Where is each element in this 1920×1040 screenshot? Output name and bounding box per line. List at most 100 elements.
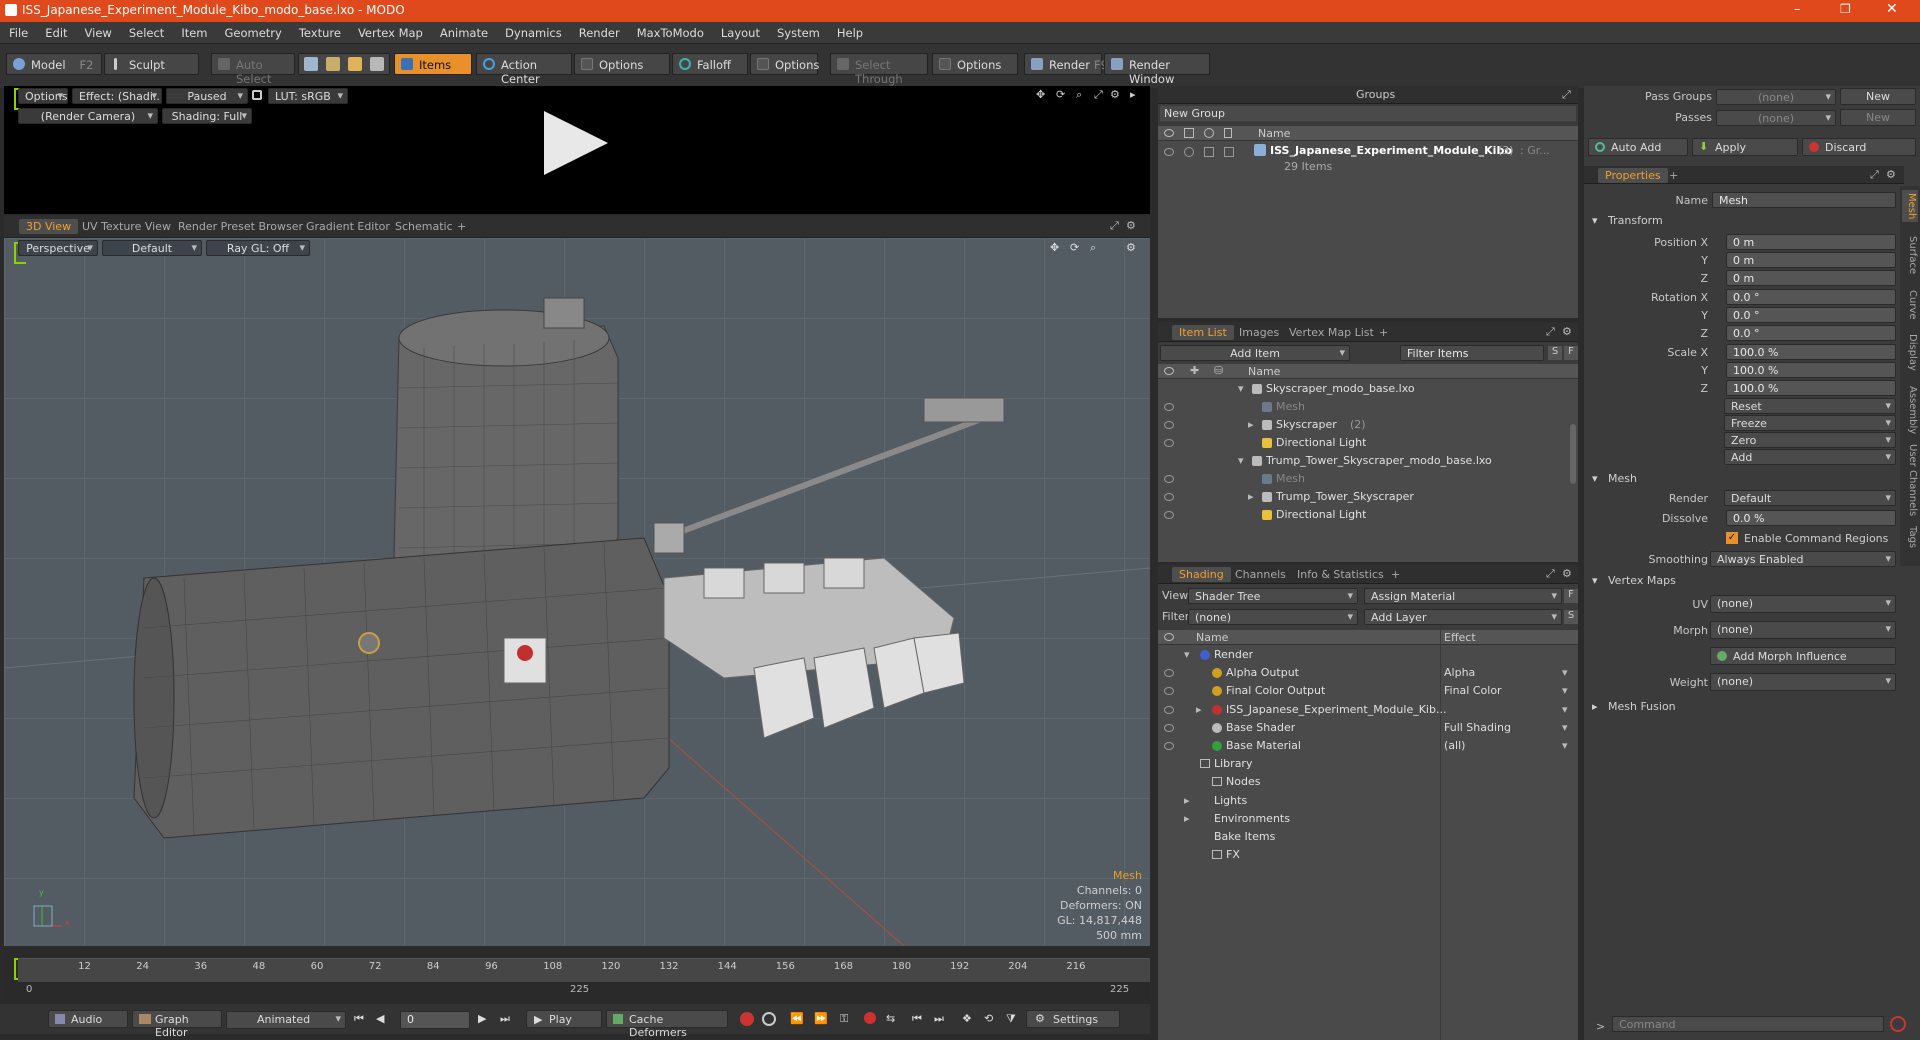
eye-icon[interactable] [1164, 723, 1174, 732]
settings-button[interactable]: ⚙ Settings [1026, 1010, 1120, 1028]
add-tab-icon[interactable]: + [450, 219, 473, 234]
first-frame-icon[interactable]: ⏮ [354, 1012, 364, 1026]
model-mode-button[interactable]: Model F2 [6, 53, 102, 75]
group-row[interactable]: ISS_Japanese_Experiment_Module_Kibo (3) … [1158, 142, 1578, 178]
lut-dropdown[interactable]: LUT: sRGB [268, 88, 348, 104]
add-layer-dropdown[interactable]: Add Layer [1364, 609, 1562, 625]
shader-tree-row[interactable]: Final Color Output Final Color ▾ [1158, 682, 1578, 700]
shader-effect-value[interactable]: Alpha [1444, 666, 1475, 679]
eye-icon[interactable] [1164, 148, 1174, 156]
filter-toggle-icon[interactable]: F [1564, 589, 1578, 603]
maximize-icon[interactable]: ⤢ [1110, 219, 1119, 233]
gear-icon[interactable]: ⚙ [1110, 88, 1120, 101]
cache-deformers-button[interactable]: Cache Deformers [606, 1010, 728, 1039]
item-list-row[interactable]: Mesh [1158, 398, 1568, 416]
lock-icon[interactable] [252, 90, 262, 100]
rotation-x-input[interactable]: 0.0 ° [1726, 289, 1896, 305]
scale-y-input[interactable]: 100.0 % [1726, 362, 1896, 378]
next-frame-icon[interactable]: ▶ [478, 1012, 486, 1025]
close-icon[interactable]: ✕ [1886, 1, 1898, 17]
tab-schematic[interactable]: Schematic [388, 219, 460, 234]
tab-item-list[interactable]: Item List [1172, 325, 1234, 340]
transform-section-arrow[interactable]: ▾ [1592, 214, 1598, 227]
shader-effect-value[interactable]: Full Shading [1444, 721, 1511, 734]
item-list-row[interactable]: ▾ Trump_Tower_Skyscraper_modo_base.lxo [1158, 452, 1568, 470]
assign-material-dropdown[interactable]: Assign Material [1364, 588, 1562, 604]
reset-dropdown[interactable]: Reset [1724, 398, 1896, 414]
timeline[interactable]: 0 12 24 36 48 60 72 84 96 108 120 132 144 156 168 180 19… [4, 948, 1150, 1000]
shading-dropdown[interactable]: Shading: Full [162, 108, 252, 124]
gear-icon[interactable]: ⚙ [1126, 219, 1136, 232]
chevron-down-icon[interactable]: ▾ [1562, 739, 1568, 752]
position-z-input[interactable]: 0 m [1726, 270, 1896, 286]
preview-paused-button[interactable]: Paused [166, 88, 248, 104]
animated-dropdown[interactable]: Animated [226, 1011, 346, 1029]
tab-uv-texture-view[interactable]: UV Texture View [75, 219, 178, 234]
side-tab-assembly[interactable]: Assembly [1902, 386, 1918, 434]
uv-dropdown[interactable]: (none) [1710, 595, 1896, 613]
zero-dropdown[interactable]: Zero [1724, 432, 1896, 448]
maximize-icon[interactable]: ⤢ [1546, 567, 1555, 581]
select-through-options-button[interactable]: Options [932, 53, 1018, 75]
view-dropdown[interactable]: Shader Tree [1188, 588, 1358, 604]
prev-frame-icon[interactable]: ◀ [376, 1012, 384, 1025]
preview-options-dropdown[interactable]: Options [18, 88, 68, 104]
eye-icon[interactable] [1164, 687, 1174, 696]
command-regions-checkbox[interactable]: ✓ [1726, 532, 1738, 544]
item-list-scrollbar[interactable] [1570, 424, 1576, 484]
add-item-dropdown[interactable]: Add Item [1160, 345, 1350, 361]
menu-vertex-map[interactable]: Vertex Map [349, 22, 431, 40]
menu-item[interactable]: Item [172, 22, 215, 40]
eye-icon[interactable] [1164, 669, 1174, 678]
filter-icon[interactable]: ⧩ [1006, 1012, 1016, 1026]
shader-tree-row[interactable]: ▸ Lights [1158, 792, 1578, 810]
menu-help[interactable]: Help [828, 22, 871, 40]
zoom-icon[interactable]: ⌕ [1076, 88, 1082, 102]
filter-items-input[interactable]: Filter Items [1400, 345, 1544, 361]
menu-select[interactable]: Select [120, 22, 172, 40]
layers-icon[interactable]: ❖ [962, 1012, 972, 1025]
shader-effect-value[interactable]: Final Color [1444, 684, 1502, 697]
side-tab-curve[interactable]: Curve [1902, 290, 1918, 320]
menu-texture[interactable]: Texture [290, 22, 349, 40]
shader-tree-row[interactable]: FX [1158, 846, 1578, 864]
passes-dropdown[interactable]: (none) [1716, 110, 1836, 126]
action-center-options-button[interactable]: Options [574, 53, 670, 75]
refresh-icon[interactable]: ⟳ [1056, 88, 1065, 101]
menu-layout[interactable]: Layout [712, 22, 768, 40]
key-icon[interactable]: ⚿ [840, 1012, 848, 1026]
freeze-dropdown[interactable]: Freeze [1724, 415, 1896, 431]
chevron-right-icon[interactable]: ▸ [1196, 703, 1202, 716]
side-tab-surface[interactable]: Surface [1902, 236, 1918, 274]
menu-system[interactable]: System [768, 22, 828, 40]
item-list-row[interactable]: ▾ Skyscraper_modo_base.lxo [1158, 380, 1568, 398]
minimize-icon[interactable]: – [1794, 2, 1801, 17]
shader-tree-row[interactable]: Alpha Output Alpha ▾ [1158, 664, 1578, 682]
new-pass-button[interactable]: New [1840, 109, 1916, 126]
shader-tree[interactable]: Name Effect ▾ Render Alpha Output Alpha ▾ Fin… [1158, 630, 1578, 1040]
select-through-button[interactable]: Select Through [830, 53, 928, 86]
chevron-down-icon[interactable]: ▾ [1562, 684, 1568, 697]
rotation-y-input[interactable]: 0.0 ° [1726, 307, 1896, 323]
menu-view[interactable]: View [76, 22, 120, 40]
vertices-mode-icon[interactable] [304, 57, 318, 71]
item-list-row[interactable]: Mesh [1158, 470, 1568, 488]
vertex-maps-section-arrow[interactable]: ▾ [1592, 574, 1598, 587]
render-button[interactable]: Render F9 [1024, 53, 1108, 75]
shader-tree-row[interactable]: Nodes [1158, 773, 1578, 791]
rotation-z-input[interactable]: 0.0 ° [1726, 325, 1896, 341]
shader-effect-value[interactable]: (all) [1444, 739, 1465, 752]
tab-3d-view[interactable]: 3D View [19, 219, 79, 234]
sync-icon[interactable]: ⟲ [984, 1012, 993, 1025]
add-morph-influence-button[interactable]: Add Morph Influence [1710, 647, 1896, 665]
preview-effect-dropdown[interactable]: Effect: (Shadi... [72, 88, 162, 104]
select-toggle-icon[interactable] [1224, 147, 1234, 157]
shader-tree-row[interactable]: ▸ ISS_Japanese_Experiment_Module_Kib... ▾ [1158, 701, 1578, 719]
add-tab-icon[interactable]: + [1384, 567, 1407, 582]
scale-x-input[interactable]: 100.0 % [1726, 344, 1896, 360]
item-list-row[interactable]: Directional Light [1158, 506, 1568, 524]
gear-icon[interactable]: ⚙ [1562, 567, 1572, 580]
auto-key-icon[interactable] [762, 1012, 776, 1026]
record-icon[interactable] [864, 1012, 876, 1024]
mesh-section-arrow[interactable]: ▾ [1592, 472, 1598, 485]
